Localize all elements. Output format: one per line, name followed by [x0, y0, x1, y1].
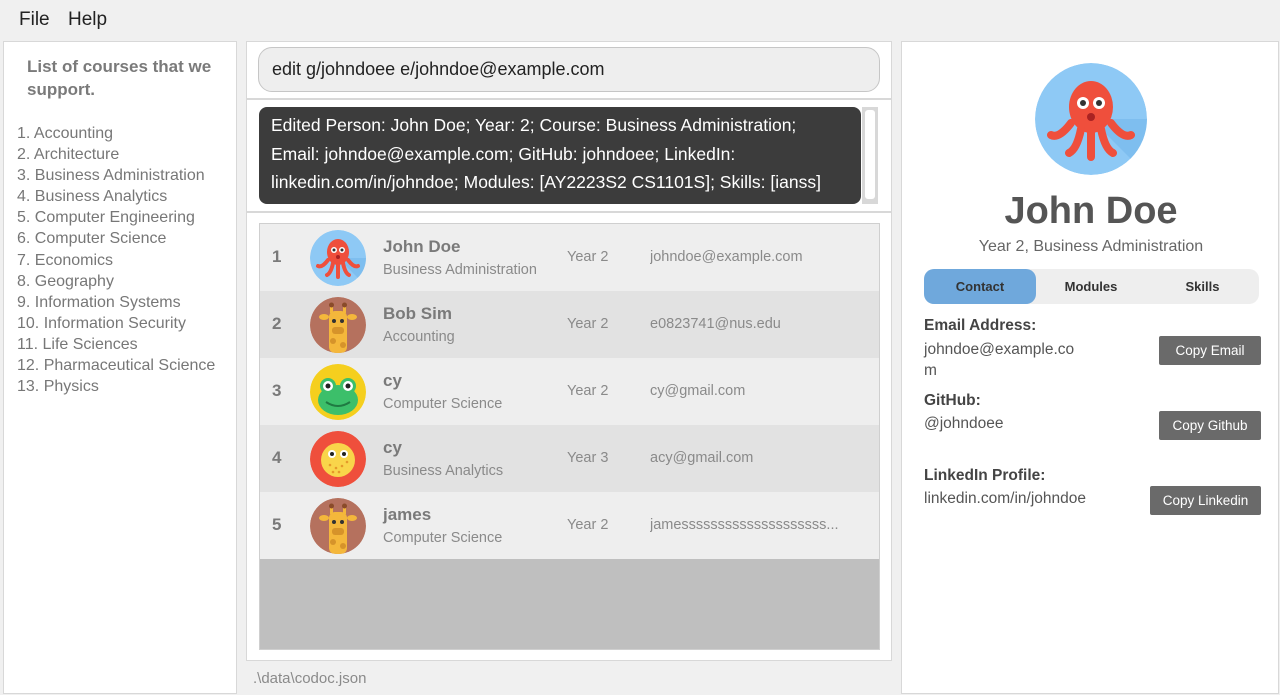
linkedin-value: linkedin.com/in/johndoe: [924, 490, 1086, 507]
course-item: 1. Accounting: [17, 125, 114, 142]
person-list: 1 John Doe Business Administration Year …: [259, 223, 880, 650]
person-course: Computer Science: [383, 530, 503, 546]
result-display: Edited Person: John Doe; Year: 2; Course…: [259, 107, 861, 204]
course-item: 8. Geography: [17, 272, 114, 290]
pufferfish-avatar-icon: [310, 431, 366, 487]
person-name: John Doe: [383, 237, 461, 256]
course-item: 10. Information Security: [17, 314, 186, 332]
course-item: 13. Physics: [17, 378, 99, 396]
email-label: Email Address:: [924, 317, 1037, 334]
copy-linkedin-button[interactable]: Copy Linkedin: [1150, 486, 1261, 515]
course-list-title: List of courses that we support.: [27, 57, 212, 99]
course-item: 11. Life Sciences: [17, 335, 138, 353]
person-name: cy: [383, 438, 402, 457]
course-item: 4. Business Analytics: [17, 188, 168, 206]
person-row[interactable]: 1 John Doe Business Administration Year …: [260, 224, 879, 291]
person-name: Bob Sim: [383, 304, 452, 323]
profile-panel: John Doe Year 2, Business Administration…: [901, 41, 1279, 694]
email-value: johndoe@example.com: [924, 341, 1075, 379]
course-item: 5. Computer Engineering: [17, 209, 195, 227]
person-index: 3: [272, 381, 282, 400]
octopus-avatar-icon: [1035, 63, 1147, 175]
menu-help[interactable]: Help: [68, 9, 107, 31]
course-item: 12. Pharmaceutical Science: [17, 357, 216, 375]
person-row[interactable]: 3 cy Computer Science Year 2 cy@gmail.co…: [260, 358, 879, 425]
person-email: cy@gmail.com: [650, 383, 746, 399]
person-course: Accounting: [383, 329, 455, 345]
tab-skills[interactable]: Skills: [1146, 269, 1259, 304]
tab-modules[interactable]: Modules: [1036, 269, 1146, 304]
person-year: Year 2: [567, 517, 609, 533]
profile-subtitle: Year 2, Business Administration: [978, 238, 1204, 255]
menu-bar: File Help: [0, 0, 1280, 40]
course-item: 2. Architecture: [17, 146, 120, 164]
person-year: Year 2: [567, 316, 609, 332]
person-email: e0823741@nus.edu: [650, 316, 781, 332]
person-index: 1: [272, 247, 282, 266]
profile-tabs: Contact Modules Skills: [924, 269, 1259, 304]
profile-name: John Doe: [1004, 190, 1178, 232]
person-list-panel: 1 John Doe Business Administration Year …: [246, 212, 892, 661]
giraffe-avatar-icon: [310, 498, 366, 554]
person-row[interactable]: 4 cy Business Analytics Year 3 acy@gmail…: [260, 425, 879, 492]
person-email: acy@gmail.com: [650, 450, 754, 466]
command-box: [246, 41, 892, 99]
person-year: Year 2: [567, 383, 609, 399]
status-bar-path: .\data\codoc.json: [253, 670, 367, 687]
course-list-panel: List of courses that we support. 1. Acco…: [3, 41, 237, 694]
copy-email-button[interactable]: Copy Email: [1159, 336, 1261, 365]
github-label: GitHub:: [924, 392, 981, 409]
result-scrollbar[interactable]: [862, 107, 878, 204]
person-name: cy: [383, 371, 402, 390]
course-item: 6. Computer Science: [17, 230, 167, 248]
person-index: 2: [272, 314, 282, 333]
person-email: johndoe@example.com: [650, 249, 803, 265]
course-item: 7. Economics: [17, 251, 114, 269]
github-value: @johndoee: [924, 415, 1004, 432]
command-input[interactable]: [258, 47, 880, 92]
person-name: james: [383, 505, 432, 524]
octopus-avatar-icon: [310, 230, 366, 286]
result-display-panel: Edited Person: John Doe; Year: 2; Course…: [246, 99, 892, 212]
giraffe-avatar-icon: [310, 297, 366, 353]
copy-github-button[interactable]: Copy Github: [1159, 411, 1261, 440]
result-scrollbar-thumb[interactable]: [865, 110, 875, 199]
tab-contact[interactable]: Contact: [924, 269, 1036, 304]
person-course: Business Administration: [383, 262, 537, 278]
person-email: jamessssssssssssssssssss...: [650, 517, 839, 533]
course-list: 1. Accounting 2. Architecture 3. Busines…: [17, 123, 215, 397]
person-index: 5: [272, 515, 282, 534]
person-row[interactable]: 2 Bob Sim Accounting Year 2 e0823741@nus…: [260, 291, 879, 358]
frog-avatar-icon: [310, 364, 366, 420]
person-index: 4: [272, 448, 282, 467]
person-course: Computer Science: [383, 396, 503, 412]
person-row[interactable]: 5 james Computer Science Year 2 jamessss…: [260, 492, 879, 559]
linkedin-label: LinkedIn Profile:: [924, 467, 1046, 484]
person-year: Year 3: [567, 450, 609, 466]
person-course: Business Analytics: [383, 463, 504, 479]
person-year: Year 2: [567, 249, 609, 265]
course-item: 3. Business Administration: [17, 167, 205, 185]
course-item: 9. Information Systems: [17, 293, 181, 311]
menu-file[interactable]: File: [19, 9, 50, 31]
